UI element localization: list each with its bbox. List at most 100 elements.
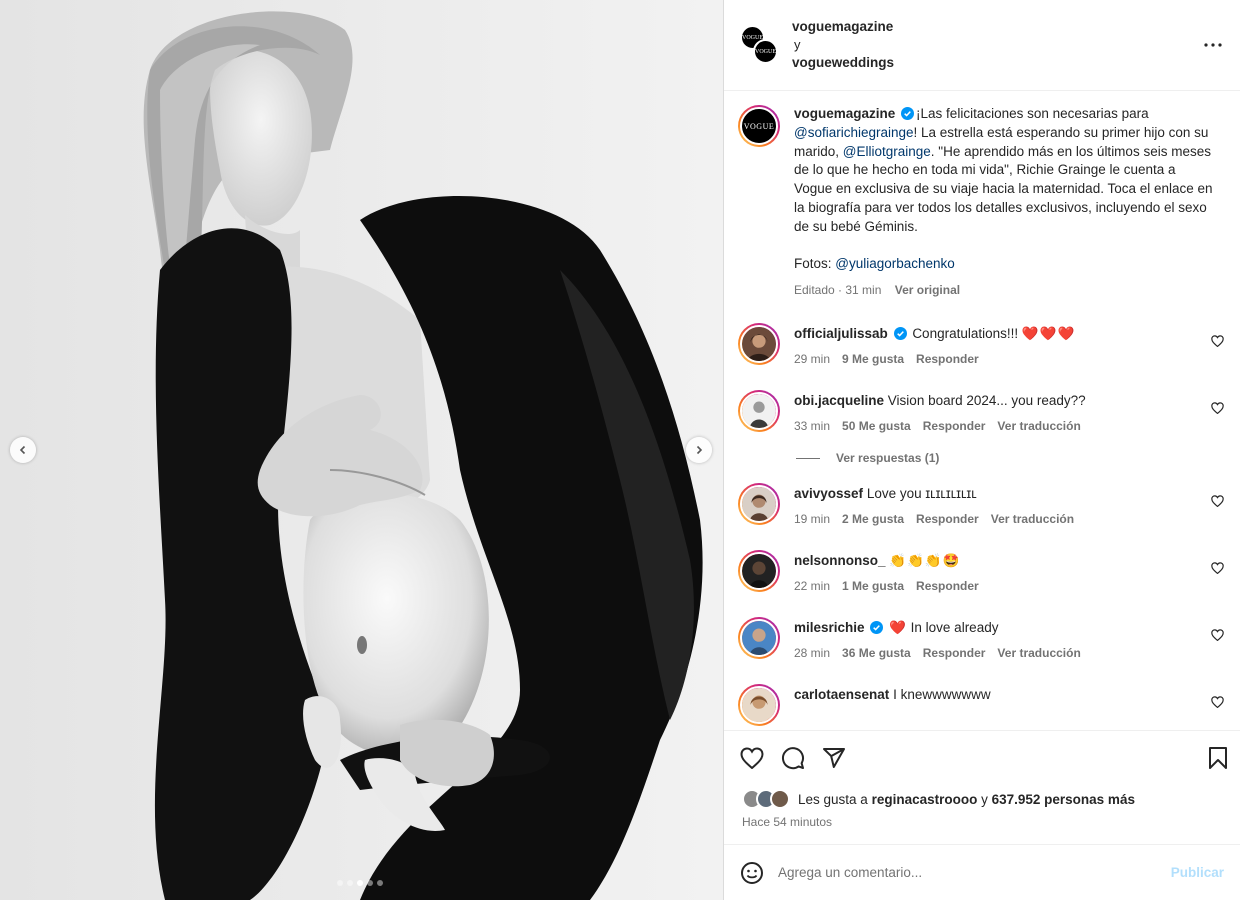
comment-emoji: ❤️: [889, 620, 907, 636]
likes-prefix: Les gusta a: [798, 791, 872, 807]
avatar[interactable]: VOGUE: [753, 39, 778, 64]
comment-text: Love you ɪʟɪʟɪʟɪʟɪʟ: [866, 486, 977, 502]
heart-icon[interactable]: [1211, 335, 1224, 348]
author-link[interactable]: voguemagazine: [792, 18, 894, 36]
chevron-right-icon: [696, 445, 703, 455]
post-media[interactable]: [0, 0, 723, 900]
comment-time: 22 min: [794, 579, 831, 594]
post-caption: VOGUE voguemagazine ¡Las felicitaciones …: [738, 91, 1224, 297]
post-photo: [0, 0, 723, 900]
verified-icon: [901, 107, 915, 120]
avatar[interactable]: [738, 617, 780, 660]
reply-button[interactable]: Responder: [916, 512, 979, 526]
avatar: [770, 789, 790, 809]
comment-username[interactable]: avivyossef: [794, 486, 863, 501]
author-link[interactable]: vogueweddings: [792, 54, 894, 72]
post-sidebar: VOGUE VOGUE voguemagazine y voguewedding…: [723, 0, 1240, 900]
avatar[interactable]: [738, 390, 780, 433]
see-original-link[interactable]: Ver original: [895, 283, 960, 297]
comment-input[interactable]: [778, 865, 1171, 880]
post-actions: [724, 730, 1240, 785]
comment-likes[interactable]: 36 Me gusta: [842, 646, 911, 660]
reply-button[interactable]: Responder: [923, 646, 986, 660]
comment-button[interactable]: [781, 746, 805, 770]
like-button[interactable]: [740, 747, 764, 769]
likes-summary[interactable]: Les gusta a reginacastroooo y 637.952 pe…: [724, 785, 1240, 809]
comment-emoji: ❤️❤️❤️: [1021, 326, 1076, 342]
comment-item: obi.jacqueline Vision board 2024... you …: [738, 390, 1224, 433]
logo-text: VOGUE: [755, 48, 776, 55]
next-slide-button[interactable]: [686, 437, 712, 463]
reply-button[interactable]: Responder: [916, 579, 979, 593]
view-replies-label: Ver respuestas (1): [836, 451, 940, 466]
comment-time: 19 min: [794, 512, 831, 527]
previous-slide-button[interactable]: [10, 437, 36, 463]
comment-likes[interactable]: 50 Me gusta: [842, 419, 911, 433]
carousel-dots: [337, 880, 383, 886]
comment-username[interactable]: milesrichie: [794, 620, 865, 635]
comment-item: avivyossef Love you ɪʟɪʟɪʟɪʟɪʟ 19 min 2 …: [738, 483, 1224, 526]
collab-avatars[interactable]: VOGUE VOGUE: [740, 25, 780, 65]
avatar[interactable]: [738, 550, 780, 593]
heart-icon[interactable]: [1211, 495, 1224, 508]
heart-icon[interactable]: [1211, 562, 1224, 575]
carousel-dot-active: [357, 880, 363, 886]
more-options-button[interactable]: [1204, 43, 1222, 47]
comment-likes[interactable]: 1 Me gusta: [842, 579, 904, 593]
carousel-dot: [347, 880, 353, 886]
see-translation-button[interactable]: Ver traducción: [997, 646, 1080, 660]
logo-text: VOGUE: [743, 121, 775, 131]
heart-icon[interactable]: [1211, 629, 1224, 642]
more-icon: [1204, 43, 1222, 47]
reply-button[interactable]: Responder: [916, 352, 979, 366]
likes-count[interactable]: 637.952 personas más: [992, 792, 1135, 807]
comment-username[interactable]: carlotaensenat: [794, 687, 889, 702]
reply-button[interactable]: Responder: [923, 419, 986, 433]
post-timestamp: Hace 54 minutos: [742, 815, 833, 829]
replies-divider: [796, 457, 820, 459]
edited-time: Editado · 31 min: [794, 283, 882, 298]
caption-meta: Editado · 31 min Ver original: [794, 283, 1214, 297]
publish-button[interactable]: Publicar: [1171, 865, 1224, 880]
avatar[interactable]: [738, 323, 780, 366]
photos-label: Fotos:: [794, 255, 836, 271]
comment-emoji: 👏👏👏🤩: [889, 553, 961, 569]
view-replies-button[interactable]: Ver respuestas (1): [796, 451, 1224, 465]
comment-text: In love already: [910, 620, 999, 636]
liker-username[interactable]: reginacastroooo: [872, 792, 978, 807]
mention-link[interactable]: @yuliagorbachenko: [835, 256, 955, 271]
heart-icon[interactable]: [1211, 402, 1224, 415]
verified-icon: [893, 327, 907, 341]
comment-item: milesrichie ❤️ In love already 28 min 36…: [738, 617, 1224, 660]
comments-feed[interactable]: VOGUE voguemagazine ¡Las felicitaciones …: [724, 91, 1240, 730]
heart-icon[interactable]: [1211, 696, 1224, 709]
post-modal: VOGUE VOGUE voguemagazine y voguewedding…: [0, 0, 1240, 900]
comment-icon: [782, 747, 804, 770]
mention-link[interactable]: @sofiarichiegrainge: [794, 125, 914, 140]
carousel-dot: [377, 880, 383, 886]
comment-likes[interactable]: 2 Me gusta: [842, 512, 904, 526]
emoji-icon: [741, 861, 763, 884]
share-icon: [823, 748, 845, 768]
see-translation-button[interactable]: Ver traducción: [991, 512, 1074, 526]
see-translation-button[interactable]: Ver traducción: [997, 419, 1080, 433]
comment-item: nelsonnonso_ 👏👏👏🤩 22 min 1 Me gusta Resp…: [738, 550, 1224, 593]
save-button[interactable]: [1208, 746, 1228, 770]
comment-text: Congratulations!!!: [912, 326, 1022, 342]
comment-time: 29 min: [794, 352, 831, 367]
caption-username[interactable]: voguemagazine: [794, 106, 895, 121]
comment-time: 33 min: [794, 419, 831, 434]
comment-likes[interactable]: 9 Me gusta: [842, 352, 904, 366]
comment-username[interactable]: nelsonnonso_: [794, 553, 886, 568]
likes-conjunction: y: [977, 791, 992, 807]
emoji-button[interactable]: [740, 861, 764, 885]
avatar[interactable]: VOGUE: [738, 105, 780, 147]
mention-link[interactable]: @Elliotgrainge: [843, 144, 931, 159]
share-button[interactable]: [822, 746, 846, 770]
comment-username[interactable]: officialjulissab: [794, 326, 888, 341]
avatar[interactable]: [738, 483, 780, 526]
avatar[interactable]: [738, 684, 780, 727]
comment-username[interactable]: obi.jacqueline: [794, 393, 884, 408]
post-header: VOGUE VOGUE voguemagazine y voguewedding…: [724, 0, 1240, 91]
post-authors: voguemagazine y vogueweddings: [792, 18, 894, 72]
